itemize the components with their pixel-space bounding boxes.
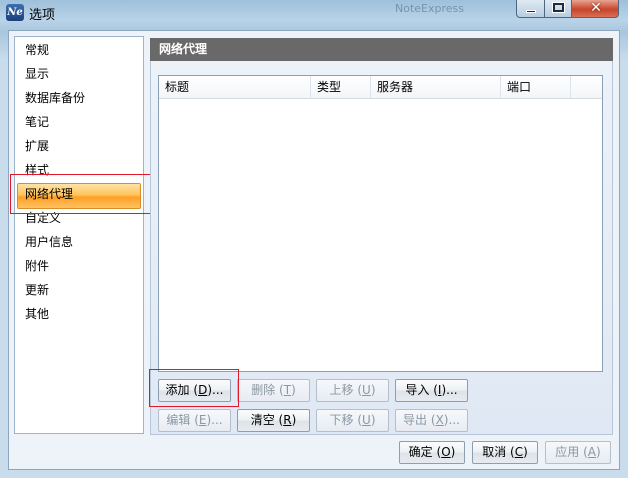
export-button-key: X xyxy=(435,413,444,427)
cancel-button-key: C xyxy=(514,445,524,459)
move-up-button[interactable]: 上移 (U) xyxy=(316,379,389,402)
column-header-filler xyxy=(571,76,602,99)
column-header-type[interactable]: 类型 xyxy=(311,76,371,99)
move-up-button-label: 上移 xyxy=(329,383,354,397)
move-down-button-label: 下移 xyxy=(329,413,354,427)
move-up-button-key: U xyxy=(362,383,371,397)
sidebar-item-attachments[interactable]: 附件 xyxy=(25,256,49,276)
apply-button[interactable]: 应用 (A) xyxy=(545,441,611,464)
edit-button-key: E xyxy=(198,413,207,427)
sidebar: 常规 显示 数据库备份 笔记 扩展 样式 网络代理 自定义 用户信息 附件 更新… xyxy=(14,36,144,434)
close-button[interactable]: ✕ xyxy=(571,0,619,18)
import-button-label: 导入 xyxy=(405,383,430,397)
import-button-key: I xyxy=(437,383,442,397)
close-icon: ✕ xyxy=(590,0,602,16)
panel-title: 网络代理 xyxy=(150,38,613,61)
window-title: 选项 xyxy=(29,8,56,23)
ok-button-label: 确定 xyxy=(408,445,433,459)
clear-button-label: 清空 xyxy=(250,413,275,427)
apply-button-key: A xyxy=(587,445,597,459)
edit-button[interactable]: 编辑 (E)... xyxy=(158,409,231,432)
sidebar-item-notes[interactable]: 笔记 xyxy=(25,112,49,132)
proxy-table[interactable]: 标题 类型 服务器 端口 xyxy=(158,75,603,372)
delete-button-key: T xyxy=(283,383,292,397)
column-header-server[interactable]: 服务器 xyxy=(371,76,501,99)
sidebar-item-other[interactable]: 其他 xyxy=(25,304,49,324)
cancel-button-label: 取消 xyxy=(482,445,507,459)
maximize-icon xyxy=(553,3,564,12)
import-button[interactable]: 导入 (I)... xyxy=(395,379,468,402)
minimize-button[interactable] xyxy=(516,0,545,18)
sidebar-item-update[interactable]: 更新 xyxy=(25,280,49,300)
ok-button[interactable]: 确定 (O) xyxy=(399,441,465,464)
add-button-annotation-box xyxy=(149,369,239,407)
sidebar-item-extensions[interactable]: 扩展 xyxy=(25,136,49,156)
ok-button-key: O xyxy=(441,445,451,459)
edit-button-suffix: ... xyxy=(211,413,223,427)
apply-button-label: 应用 xyxy=(555,445,580,459)
sidebar-item-general[interactable]: 常规 xyxy=(25,40,49,60)
delete-button[interactable]: 删除 (T) xyxy=(237,379,310,402)
export-button-suffix: ... xyxy=(448,413,460,427)
sidebar-item-display[interactable]: 显示 xyxy=(25,64,49,84)
cancel-button[interactable]: 取消 (C) xyxy=(472,441,538,464)
sidebar-item-db-backup[interactable]: 数据库备份 xyxy=(25,88,85,108)
clear-button[interactable]: 清空 (R) xyxy=(237,409,310,432)
import-button-suffix: ... xyxy=(446,383,458,397)
clear-button-key: R xyxy=(283,413,292,427)
export-button[interactable]: 导出 (X)... xyxy=(395,409,468,432)
export-button-label: 导出 xyxy=(403,413,428,427)
minimize-icon xyxy=(526,10,536,13)
move-down-button[interactable]: 下移 (U) xyxy=(316,409,389,432)
column-header-port[interactable]: 端口 xyxy=(501,76,571,99)
column-header-title[interactable]: 标题 xyxy=(159,76,311,99)
app-logo-icon: Ne xyxy=(6,4,24,21)
sidebar-annotation-box xyxy=(10,174,153,214)
maximize-button[interactable] xyxy=(544,0,572,18)
move-down-button-key: U xyxy=(362,413,371,427)
title-bar[interactable]: Ne 选项 NoteExpress ✕ xyxy=(0,0,628,26)
delete-button-label: 删除 xyxy=(251,383,276,397)
edit-button-label: 编辑 xyxy=(166,413,191,427)
background-window-title: NoteExpress xyxy=(395,2,464,15)
sidebar-item-user-info[interactable]: 用户信息 xyxy=(25,232,73,252)
